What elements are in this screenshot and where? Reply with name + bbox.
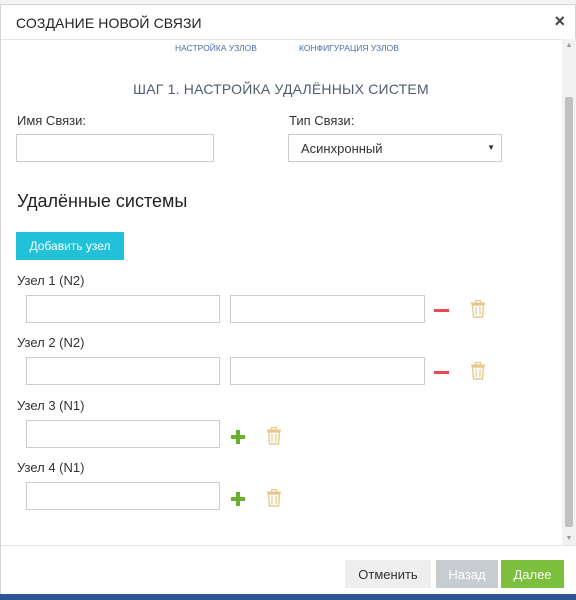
plus-icon[interactable] xyxy=(231,430,245,444)
minus-icon[interactable] xyxy=(434,309,449,312)
trash-icon[interactable] xyxy=(266,489,282,507)
trash-icon[interactable] xyxy=(470,362,486,380)
cancel-button[interactable]: Отменить xyxy=(345,560,431,588)
link-type-select[interactable]: Асинхронный ▼ xyxy=(288,134,502,162)
node-label: Узел 2 (N2) xyxy=(17,335,85,350)
node-2-field-b[interactable] xyxy=(230,357,425,385)
scrollbar-thumb[interactable] xyxy=(565,97,573,527)
trash-icon[interactable] xyxy=(470,300,486,318)
close-button[interactable]: × xyxy=(554,11,565,32)
add-node-button[interactable]: Добавить узел xyxy=(16,232,124,260)
back-button[interactable]: Назад xyxy=(436,560,498,588)
next-button[interactable]: Далее xyxy=(501,560,564,588)
node-2-field-a[interactable] xyxy=(26,357,220,385)
link-name-input[interactable] xyxy=(16,134,214,162)
dialog-body: ШАГ 1. НАСТРОЙКА УДАЛЁННЫХ СИСТЕМ Имя Св… xyxy=(1,39,561,545)
scrollbar[interactable]: ▲ ▼ xyxy=(562,39,576,545)
step-heading: ШАГ 1. НАСТРОЙКА УДАЛЁННЫХ СИСТЕМ xyxy=(133,81,429,97)
create-link-dialog: СОЗДАНИЕ НОВОЙ СВЯЗИ × НАСТРОЙКА УЗЛОВ К… xyxy=(0,4,576,600)
node-label: Узел 4 (N1) xyxy=(17,460,85,475)
chevron-down-icon: ▼ xyxy=(487,143,495,152)
link-type-label: Тип Связи: xyxy=(289,113,355,128)
node-label: Узел 3 (N1) xyxy=(17,398,85,413)
minus-icon[interactable] xyxy=(434,371,449,374)
node-1-field-b[interactable] xyxy=(230,295,425,323)
node-1-field-a[interactable] xyxy=(26,295,220,323)
dialog-title: СОЗДАНИЕ НОВОЙ СВЯЗИ xyxy=(16,15,202,31)
scroll-up-icon[interactable]: ▲ xyxy=(562,42,576,49)
scroll-down-icon[interactable]: ▼ xyxy=(562,535,576,542)
node-label: Узел 1 (N2) xyxy=(17,273,85,288)
node-3-field-a[interactable] xyxy=(26,420,220,448)
node-4-field-a[interactable] xyxy=(26,482,220,510)
link-type-value: Асинхронный xyxy=(301,141,383,156)
trash-icon[interactable] xyxy=(266,427,282,445)
remote-systems-title: Удалённые системы xyxy=(17,191,188,211)
bottom-accent-bar xyxy=(0,594,576,600)
dialog-header: СОЗДАНИЕ НОВОЙ СВЯЗИ × xyxy=(1,5,575,40)
plus-icon[interactable] xyxy=(231,492,245,506)
link-name-label: Имя Связи: xyxy=(17,113,86,128)
dialog-footer: Отменить Назад Далее xyxy=(1,545,576,600)
